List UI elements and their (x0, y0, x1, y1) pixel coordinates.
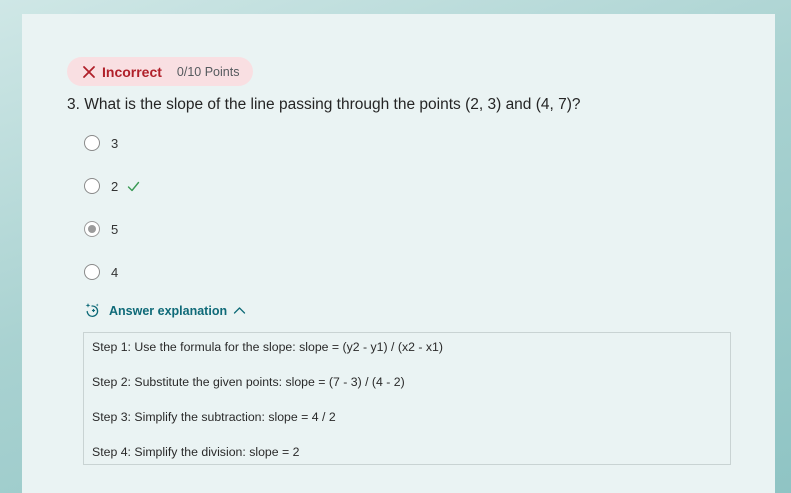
option-label: 2 (111, 178, 119, 194)
option-label: 3 (111, 135, 119, 151)
question-card: Incorrect 0/10 Points 3. What is the slo… (22, 14, 775, 493)
status-badge: Incorrect 0/10 Points (67, 57, 253, 86)
explanation-step: Step 2: Substitute the given points: slo… (92, 375, 405, 389)
radio-button[interactable] (84, 264, 100, 280)
sparkle-icon (85, 303, 99, 318)
explanation-step: Step 3: Simplify the subtraction: slope … (92, 410, 336, 424)
chevron-up-icon[interactable] (233, 304, 246, 317)
radio-button[interactable] (84, 135, 100, 151)
explanation-step: Step 4: Simplify the division: slope = 2 (92, 445, 300, 459)
option-label: 4 (111, 264, 119, 280)
checkmark-icon (128, 181, 140, 191)
explanation-panel: Step 1: Use the formula for the slope: s… (83, 332, 731, 465)
radio-button-selected[interactable] (84, 221, 100, 237)
status-label: Incorrect (102, 63, 162, 80)
points-label: 0/10 Points (176, 64, 240, 79)
radio-button[interactable] (84, 178, 100, 194)
question-text: 3. What is the slope of the line passing… (67, 96, 581, 113)
close-icon (83, 65, 95, 78)
answer-explanation-toggle[interactable]: Answer explanation (84, 302, 246, 319)
option-1[interactable]: 3 (84, 133, 118, 153)
option-label: 5 (111, 221, 119, 237)
option-4[interactable]: 4 (84, 262, 118, 282)
option-3[interactable]: 5 (84, 219, 118, 239)
option-2[interactable]: 2 (84, 176, 140, 196)
answer-explanation-label: Answer explanation (109, 303, 228, 318)
explanation-step: Step 1: Use the formula for the slope: s… (92, 340, 443, 354)
